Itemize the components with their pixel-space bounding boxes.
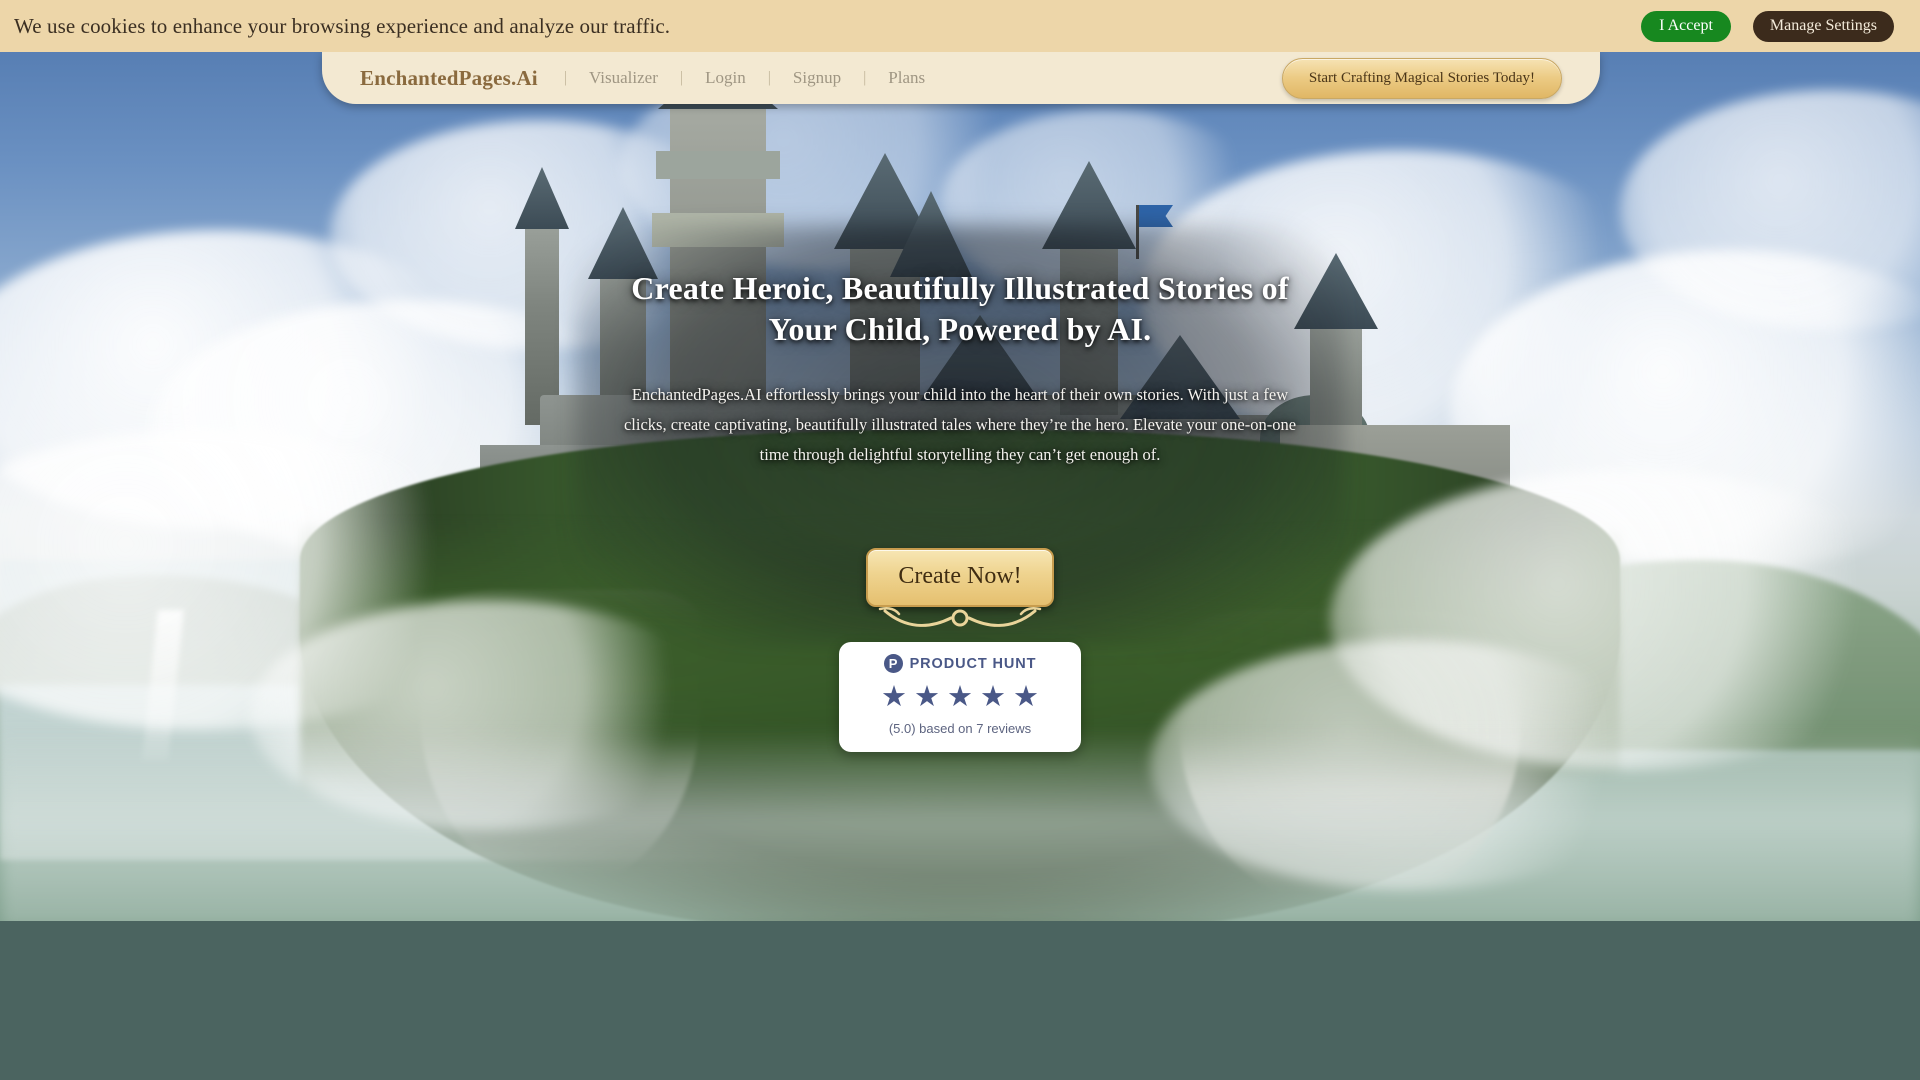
mist-overlay [0,730,1920,921]
brand-logo[interactable]: EnchantedPages.Ai [360,66,538,91]
hero-cta-group: Create Now! [830,548,1090,636]
nav-links: | Visualizer | Login | Signup | Plans [564,68,947,88]
star-icon: ★ [947,681,973,713]
nav-item-login[interactable]: Login [683,68,768,88]
star-icon: ★ [914,681,940,713]
hero-description: EnchantedPages.AI effortlessly brings yo… [623,385,1297,464]
star-icon: ★ [1013,681,1039,713]
create-now-button[interactable]: Create Now! [866,548,1054,607]
product-hunt-badge[interactable]: P PRODUCT HUNT ★ ★ ★ ★ ★ (5.0) based on … [839,642,1081,752]
product-hunt-icon: P [883,654,903,673]
product-hunt-header: P PRODUCT HUNT [883,654,1037,673]
cookie-consent-banner: We use cookies to enhance your browsing … [0,0,1920,52]
below-hero-section [0,921,1920,1080]
page-title: Create Heroic, Beautifully Illustrated S… [631,270,1289,347]
rating-summary: (5.0) based on 7 reviews [888,721,1032,736]
product-hunt-label: PRODUCT HUNT [909,655,1037,672]
start-crafting-button[interactable]: Start Crafting Magical Stories Today! [1281,57,1562,99]
star-icon: ★ [980,681,1006,713]
manage-cookie-settings-button[interactable]: Manage Settings [1752,10,1894,42]
flourish-ornament [830,605,1090,636]
cookie-message: We use cookies to enhance your browsing … [14,13,671,38]
nav-item-visualizer[interactable]: Visualizer [567,68,680,88]
accept-cookies-button[interactable]: I Accept [1641,10,1731,42]
castle-flag [1139,205,1173,227]
star-icon: ★ [881,681,907,713]
main-navigation: EnchantedPages.Ai | Visualizer | Login |… [322,52,1600,104]
cookie-actions: I Accept Manage Settings [1641,10,1894,42]
nav-item-plans[interactable]: Plans [866,68,947,88]
rating-stars: ★ ★ ★ ★ ★ [881,683,1039,712]
nav-item-signup[interactable]: Signup [771,68,863,88]
